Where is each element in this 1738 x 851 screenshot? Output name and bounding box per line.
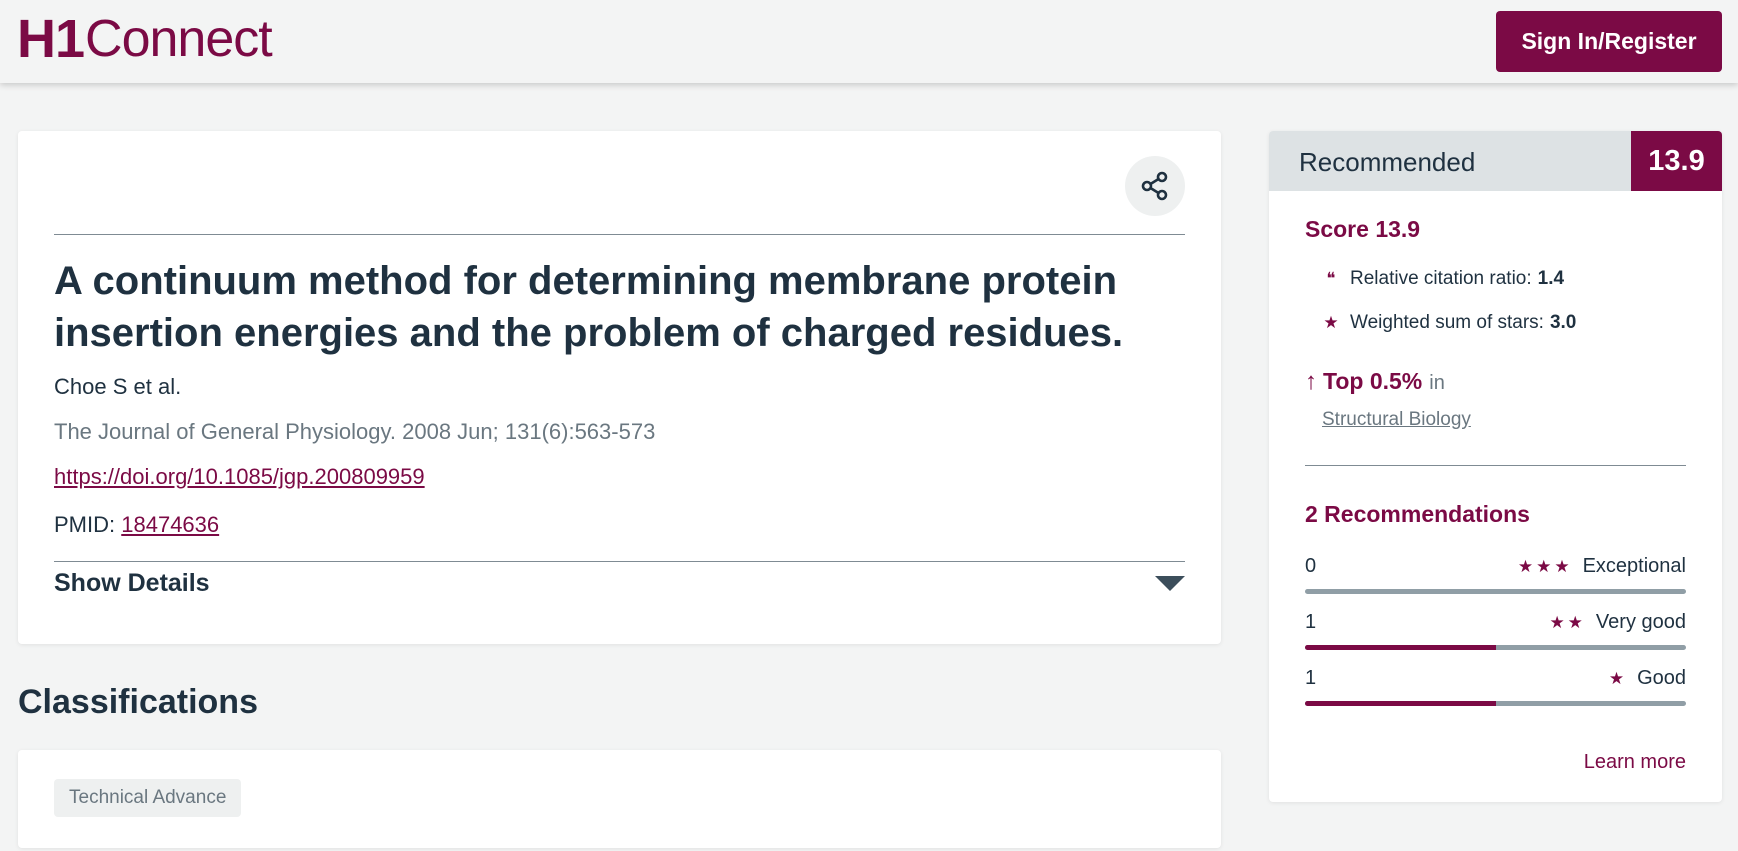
- pmid-link[interactable]: 18474636: [121, 512, 219, 537]
- rating-bar-fill: [1305, 645, 1496, 650]
- doi-link[interactable]: https://doi.org/10.1085/jgp.200809959: [54, 464, 425, 490]
- top-percentile: ↑ Top 0.5% in: [1305, 368, 1445, 396]
- stars-metric: ★ Weighted sum of stars: 3.0: [1322, 312, 1576, 334]
- recommended-header: Recommended 13.9: [1269, 131, 1722, 191]
- pmid-row: PMID: 18474636: [54, 512, 219, 538]
- article-journal: The Journal of General Physiology. 2008 …: [54, 419, 656, 444]
- rating-label: Good: [1637, 667, 1686, 689]
- rating-bar: [1305, 645, 1686, 650]
- pmid-label: PMID:: [54, 512, 116, 537]
- top-header: H1 Connect Sign In/Register: [0, 0, 1738, 83]
- star-icon: ★: [1323, 313, 1339, 332]
- sign-in-register-button[interactable]: Sign In/Register: [1496, 11, 1722, 72]
- classifications-card: Technical Advance: [18, 750, 1221, 848]
- logo-text: Connect: [85, 10, 273, 68]
- learn-more-link[interactable]: Learn more: [1584, 751, 1686, 774]
- rating-count: 0: [1305, 555, 1317, 577]
- divider: [1305, 465, 1686, 466]
- recommendations-count: 2 Recommendations: [1305, 501, 1530, 527]
- rating-count: 1: [1305, 611, 1317, 633]
- rating-label: Exceptional: [1582, 555, 1686, 577]
- caret-down-icon: [1155, 575, 1185, 591]
- field-link[interactable]: Structural Biology: [1322, 409, 1471, 431]
- star-icon: ★: [1608, 668, 1628, 688]
- score-badge: 13.9: [1631, 131, 1722, 191]
- classifications-heading: Classifications: [18, 683, 258, 721]
- rating-bar: [1305, 701, 1686, 706]
- rating-row-good: 1 ★ Good: [1305, 667, 1686, 697]
- rating-count: 1: [1305, 667, 1317, 689]
- recommended-heading: Recommended: [1299, 147, 1476, 177]
- share-icon: [1141, 171, 1168, 201]
- classification-tag[interactable]: Technical Advance: [54, 779, 242, 817]
- arrow-up-icon: ↑: [1305, 368, 1317, 395]
- rating-row-very-good: 1 ★★ Very good: [1305, 611, 1686, 641]
- article-title: A continuum method for determining membr…: [54, 259, 1124, 355]
- article-card: A continuum method for determining membr…: [18, 131, 1221, 644]
- star-icon: ★★: [1549, 612, 1586, 632]
- logo-mark: H1: [17, 9, 85, 69]
- show-details-label: Show Details: [54, 568, 210, 597]
- share-button[interactable]: [1125, 156, 1185, 216]
- divider: [54, 234, 1185, 235]
- recommended-panel: Recommended 13.9 Score 13.9 ❝ Relative c…: [1269, 131, 1722, 802]
- rating-row-exceptional: 0 ★★★ Exceptional: [1305, 555, 1686, 585]
- stars-label: Weighted sum of stars:: [1350, 312, 1544, 333]
- rating-label: Very good: [1595, 611, 1686, 633]
- stars-value: 3.0: [1549, 312, 1577, 333]
- rating-bar: [1305, 589, 1686, 594]
- quote-icon: ❝: [1326, 269, 1336, 288]
- rcr-metric: ❝ Relative citation ratio: 1.4: [1322, 268, 1564, 290]
- score-line: Score 13.9: [1305, 216, 1421, 242]
- top-in-text: in: [1429, 372, 1445, 394]
- rcr-value: 1.4: [1537, 268, 1565, 289]
- top-value: Top 0.5%: [1323, 368, 1423, 394]
- show-details-toggle[interactable]: Show Details: [54, 561, 1185, 605]
- h1connect-logo[interactable]: H1 Connect: [17, 9, 273, 69]
- rcr-label: Relative citation ratio:: [1350, 268, 1532, 289]
- star-icon: ★★★: [1517, 556, 1573, 576]
- rating-bar-fill: [1305, 701, 1496, 706]
- article-authors: Choe S et al.: [54, 374, 182, 399]
